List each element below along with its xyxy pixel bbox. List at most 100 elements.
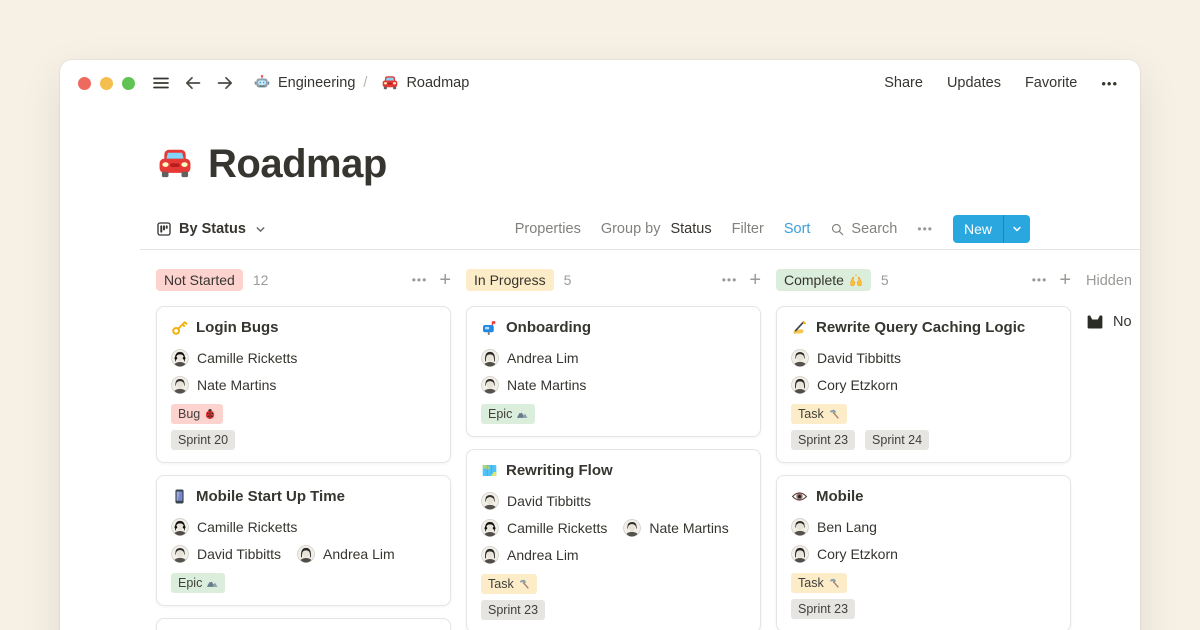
card-title-text: Mobile Start Up Time — [196, 488, 345, 505]
column-badge-complete[interactable]: Complete — [776, 269, 871, 291]
updates-button[interactable]: Updates — [947, 75, 1001, 91]
titlebar-actions: Share Updates Favorite ••• — [884, 75, 1118, 91]
column-more-button[interactable]: ••• — [412, 273, 428, 287]
assignee-name: David Tibbitts — [817, 350, 901, 366]
more-options-button[interactable]: ••• — [1101, 76, 1118, 91]
board-column-in-progress: In Progress5•••+OnboardingAndrea LimNate… — [466, 268, 761, 630]
search-button[interactable]: Search — [830, 221, 897, 237]
sort-button[interactable]: Sort — [784, 221, 811, 237]
car-icon — [381, 74, 399, 92]
board-column-complete: Complete5•••+Rewrite Query Caching Logic… — [776, 268, 1071, 630]
card-assignee-row: Camille Ricketts Nate Martins — [481, 514, 746, 541]
card-assignee-row: David Tibbitts — [791, 344, 1056, 371]
view-switcher-label: By Status — [179, 221, 246, 237]
card-error-codes[interactable]: Error Codes — [156, 618, 451, 630]
assignee-nate-martins: Nate Martins — [171, 376, 276, 394]
tag-task: Task — [791, 404, 847, 424]
inbox-icon — [1086, 313, 1104, 331]
column-name: Not Started — [164, 272, 235, 288]
filter-button[interactable]: Filter — [732, 221, 764, 237]
assignee-david-tibbitts: David Tibbitts — [791, 349, 901, 367]
group-by-button[interactable]: Group byStatus — [601, 221, 712, 237]
card-rewrite-query-caching-logic[interactable]: Rewrite Query Caching Logic David Tibbitt… — [776, 306, 1071, 463]
card-login-bugs[interactable]: Login BugsCamille RickettsNate MartinsBu… — [156, 306, 451, 463]
assignee-andrea-lim: Andrea Lim — [481, 349, 579, 367]
column-add-button[interactable]: + — [1059, 270, 1071, 290]
tag-label: Sprint 24 — [872, 433, 922, 447]
chevron-down-icon — [1012, 224, 1022, 234]
tag-label: Sprint 23 — [798, 602, 848, 616]
card-title-text: Rewrite Query Caching Logic — [816, 319, 1025, 336]
mountain-icon — [516, 408, 528, 420]
column-more-button[interactable]: ••• — [1032, 273, 1048, 287]
card-tag-row: Sprint 23 — [791, 599, 1056, 619]
properties-button[interactable]: Properties — [515, 221, 581, 237]
column-badge-in-progress[interactable]: In Progress — [466, 269, 554, 291]
avatar-woman — [791, 545, 809, 563]
assignee-name: Ben Lang — [817, 519, 877, 535]
breadcrumb-workspace[interactable]: Engineering — [253, 74, 355, 92]
view-more-options-button[interactable]: ••• — [917, 222, 933, 236]
favorite-button[interactable]: Favorite — [1025, 75, 1077, 91]
minimize-window-button[interactable] — [100, 77, 113, 90]
close-window-button[interactable] — [78, 77, 91, 90]
map-icon — [481, 462, 498, 479]
column-more-button[interactable]: ••• — [722, 273, 738, 287]
car-icon — [156, 145, 194, 183]
view-switcher[interactable]: By Status — [156, 221, 266, 237]
hidden-groups-label[interactable]: Hidden — [1086, 269, 1140, 293]
tag-sprint-24: Sprint 24 — [865, 430, 929, 450]
assignee-david-tibbitts: David Tibbitts — [171, 545, 281, 563]
column-add-button[interactable]: + — [749, 270, 761, 290]
zoom-window-button[interactable] — [122, 77, 135, 90]
card-tag-row: Sprint 23 — [481, 600, 746, 620]
assignee-name: Nate Martins — [649, 520, 728, 536]
tag-label: Bug — [178, 407, 200, 421]
card-tag-row: Task — [481, 574, 746, 594]
assignee-name: Cory Etzkorn — [817, 546, 898, 562]
forward-arrow-icon[interactable] — [215, 73, 235, 93]
card-title-row: Rewrite Query Caching Logic — [791, 319, 1056, 336]
avatar-man — [791, 349, 809, 367]
assignee-cory-etzkorn: Cory Etzkorn — [791, 376, 898, 394]
share-button[interactable]: Share — [884, 75, 923, 91]
board-hidden-section: Hidden No — [1086, 268, 1140, 630]
card-mobile-start-up-time[interactable]: Mobile Start Up Time Camille Ricketts Davi… — [156, 475, 451, 606]
assignee-name: Camille Ricketts — [507, 520, 607, 536]
breadcrumb-separator: / — [363, 75, 367, 91]
assignee-ben-lang: Ben Lang — [791, 518, 877, 536]
assignee-name: Camille Ricketts — [197, 519, 297, 535]
card-mobile[interactable]: MobileBen LangCory EtzkornTaskSprint 23 — [776, 475, 1071, 630]
column-actions: ••• + — [412, 270, 451, 290]
column-add-button[interactable]: + — [439, 270, 451, 290]
column-badge-not-started[interactable]: Not Started — [156, 269, 243, 291]
tag-epic: Epic — [481, 404, 535, 424]
card-rewriting-flow[interactable]: Rewriting FlowDavid TibbittsCamille Rick… — [466, 449, 761, 630]
hidden-group-item[interactable]: No — [1086, 313, 1140, 331]
new-button[interactable]: New — [953, 215, 1030, 243]
hammer-icon — [828, 408, 840, 420]
breadcrumb-page[interactable]: Roadmap — [381, 74, 469, 92]
toolbar-menu: Properties Group byStatus Filter Sort Se… — [515, 215, 1030, 243]
card-tag-row: Sprint 20 — [171, 430, 436, 450]
assignee-camille-ricketts: Camille Ricketts — [481, 519, 607, 537]
column-header: Complete5•••+ — [776, 268, 1071, 292]
card-onboarding[interactable]: OnboardingAndrea LimNate MartinsEpic — [466, 306, 761, 437]
avatar-woman — [791, 376, 809, 394]
tag-task: Task — [791, 573, 847, 593]
card-assignee-row: David Tibbitts — [481, 487, 746, 514]
phone-icon — [171, 488, 188, 505]
column-actions: ••• + — [1032, 270, 1071, 290]
avatar-man — [623, 519, 641, 537]
tag-label: Task — [488, 577, 514, 591]
card-tag-row: Epic — [481, 404, 746, 424]
new-button-dropdown[interactable] — [1003, 215, 1030, 243]
page-title[interactable]: Roadmap — [156, 142, 1140, 186]
assignee-andrea-lim: Andrea Lim — [481, 546, 579, 564]
back-arrow-icon[interactable] — [183, 73, 203, 93]
sidebar-menu-icon[interactable] — [151, 73, 171, 93]
card-title-text: Rewriting Flow — [506, 462, 613, 479]
board-column-not-started: Not Started12•••+Login BugsCamille Ricke… — [156, 268, 451, 630]
assignee-name: Cory Etzkorn — [817, 377, 898, 393]
new-button-label[interactable]: New — [953, 215, 1003, 243]
